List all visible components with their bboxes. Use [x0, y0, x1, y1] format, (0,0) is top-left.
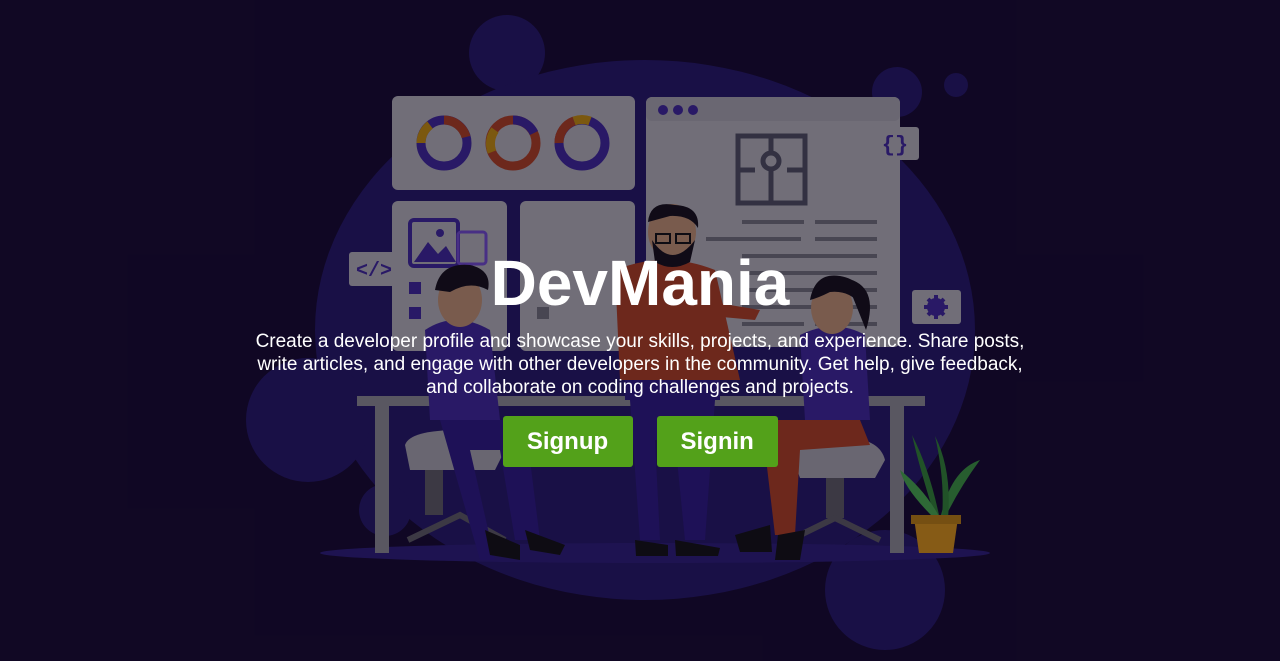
signup-button[interactable]: Signup [502, 416, 633, 467]
hero-description: Create a developer profile and showcase … [255, 331, 1025, 398]
hero-title: DevMania [490, 247, 790, 319]
hero-actions: Signup Signin [502, 416, 778, 467]
hero-section: DevMania Create a developer profile and … [0, 0, 1280, 661]
signin-button[interactable]: Signin [656, 416, 778, 467]
